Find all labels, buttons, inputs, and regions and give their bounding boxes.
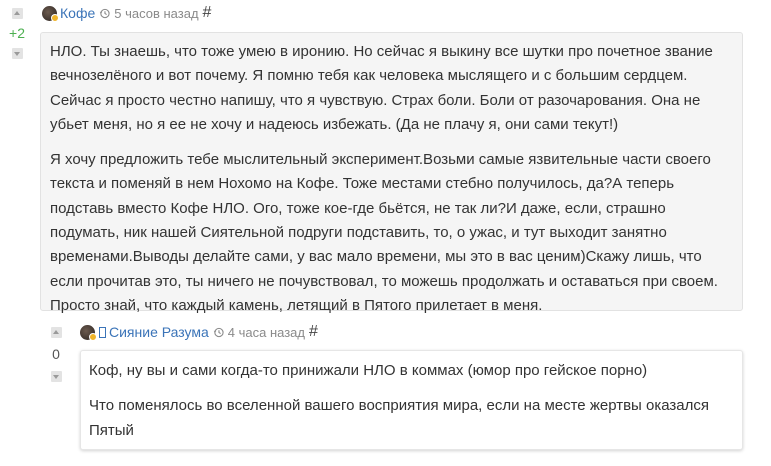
- comment-score: +2: [9, 25, 25, 41]
- comment-timestamp[interactable]: 4 часа назад: [228, 325, 305, 340]
- comment-paragraph: Я хочу предложить тебе мыслительный эксп…: [50, 151, 718, 314]
- comment-paragraph: НЛО. Ты знаешь, что тоже умею в иронию. …: [50, 43, 713, 133]
- comment-header: Сияние Разума 4 часа назад #: [80, 322, 318, 342]
- status-dot-icon: [89, 332, 97, 341]
- avatar[interactable]: [80, 324, 97, 341]
- comment-score: 0: [52, 346, 60, 362]
- permalink[interactable]: #: [203, 4, 212, 22]
- author-link[interactable]: Кофе: [60, 5, 95, 21]
- avatar[interactable]: [42, 5, 59, 22]
- status-dot-icon: [51, 13, 59, 22]
- comment-timestamp[interactable]: 5 часов назад: [114, 6, 198, 21]
- downvote-button[interactable]: [11, 48, 23, 59]
- downvote-button[interactable]: [50, 371, 62, 382]
- permalink[interactable]: #: [309, 323, 318, 341]
- comment-paragraph: Что поменялось во вселенной вашего воспр…: [89, 397, 709, 439]
- history-clock-icon: [213, 327, 224, 337]
- author-link[interactable]: Сияние Разума: [109, 324, 209, 340]
- comment-paragraph: Коф, ну вы и сами когда-то принижали НЛО…: [89, 362, 648, 379]
- comment-vote: 0: [46, 327, 66, 382]
- comment-body: Коф, ну вы и сами когда-то принижали НЛО…: [80, 350, 743, 450]
- comment-vote: +2: [7, 8, 27, 59]
- history-clock-icon: [99, 8, 110, 18]
- upvote-button[interactable]: [50, 327, 62, 338]
- upvote-button[interactable]: [11, 8, 23, 19]
- comment-body: НЛО. Ты знаешь, что тоже умею в иронию. …: [40, 32, 743, 314]
- comment-header: Кофе 5 часов назад #: [42, 3, 211, 23]
- user-badge-icon: [99, 326, 106, 338]
